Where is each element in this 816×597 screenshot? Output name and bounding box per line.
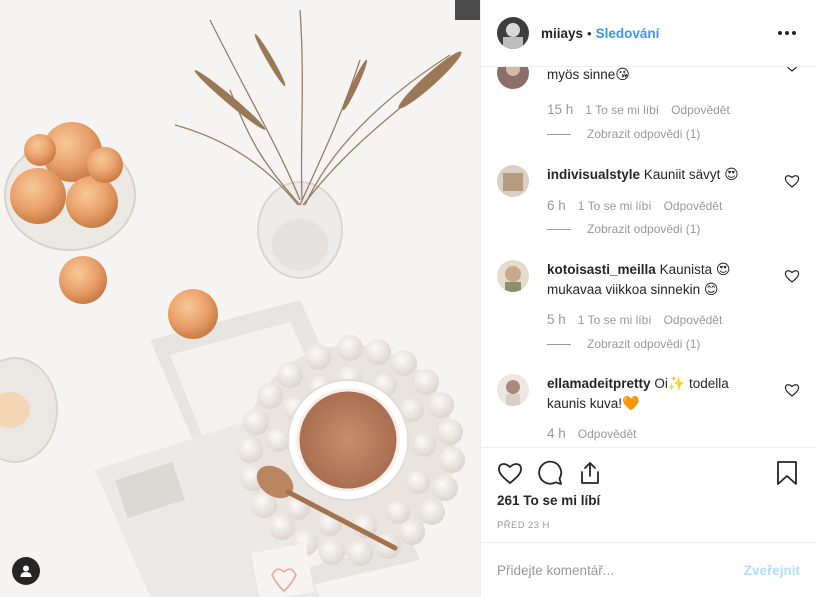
comment-text-line2: kaunis kuva! [547, 396, 623, 411]
comment-time: 4 h [547, 426, 566, 441]
comments-list[interactable]: myös sinne😘 15 h 1 To se mi líbí Odpověd… [481, 67, 816, 447]
comment-body: myös sinne😘 [547, 67, 772, 85]
author-avatar[interactable] [497, 17, 529, 49]
comment-body: kotoisasti_meilla Kaunista 😍 mukavaa vii… [547, 260, 772, 300]
comment-item: kotoisasti_meilla Kaunista 😍 mukavaa vii… [497, 260, 800, 360]
comment-reply-button[interactable]: Odpovědět [578, 427, 637, 441]
view-replies-button[interactable]: Zobrazit odpovědi (1) [547, 222, 700, 236]
more-options-button[interactable] [774, 27, 800, 39]
replies-divider [547, 228, 571, 230]
comment-meta: 15 h 1 To se mi líbí Odpovědět [547, 102, 730, 117]
user-tags-button[interactable] [12, 557, 40, 585]
comment-username[interactable]: indivisualstyle [547, 167, 640, 182]
comment-avatar[interactable] [497, 260, 529, 292]
comment-time: 5 h [547, 312, 566, 327]
avatar-image [497, 67, 529, 89]
comment-meta: 6 h 1 To se mi líbí Odpovědět [547, 198, 722, 213]
comment-avatar[interactable] [497, 67, 529, 89]
more-options-dot [785, 31, 789, 35]
comment-input[interactable] [497, 562, 744, 578]
post-actions: 261 To se mi líbí PŘED 23 H [481, 447, 816, 542]
heart-eyes-emoji-icon: 😍 [715, 262, 731, 278]
comment-time: 6 h [547, 198, 566, 213]
post-comment-button[interactable]: Zveřejnit [744, 563, 800, 578]
more-options-dot [792, 31, 796, 35]
view-replies-label: Zobrazit odpovědi (1) [587, 222, 701, 236]
comment-text: Kauniit sävyt [643, 167, 721, 182]
header-separator: • [587, 25, 592, 41]
comment-likes-link[interactable]: 1 To se mi líbí [585, 103, 659, 117]
comment-body: indivisualstyle Kauniit sävyt 😍 [547, 165, 772, 185]
view-replies-label: Zobrazit odpovědi (1) [587, 127, 701, 141]
following-button[interactable]: Sledování [596, 26, 660, 41]
post-header: miiays • Sledování [481, 0, 816, 67]
avatar-image [497, 374, 529, 406]
share-icon[interactable] [577, 460, 603, 486]
comment-item: indivisualstyle Kauniit sävyt 😍 6 h 1 To… [497, 165, 800, 245]
heart-eyes-emoji-icon: 😍 [724, 167, 739, 183]
comment-item: myös sinne😘 15 h 1 To se mi líbí Odpověd… [497, 67, 800, 147]
post-time-ago[interactable]: PŘED 23 H [497, 520, 550, 531]
comment-username[interactable]: ellamadeitpretty [547, 376, 651, 391]
view-replies-button[interactable]: Zobrazit odpovědi (1) [547, 337, 700, 351]
comment-body: ellamadeitpretty Oi✨ todella kaunis kuva… [547, 374, 772, 414]
add-comment-bar: Zveřejnit [481, 542, 816, 597]
view-replies-label: Zobrazit odpovědi (1) [587, 337, 701, 351]
comment-meta: 5 h 1 To se mi líbí Odpovědět [547, 312, 722, 327]
kiss-emoji-icon: 😘 [615, 67, 630, 83]
comment-item: ellamadeitpretty Oi✨ todella kaunis kuva… [497, 374, 800, 447]
avatar-image [497, 17, 529, 49]
comment-bubble-icon[interactable] [537, 460, 563, 486]
comment-text: myös sinne [547, 67, 616, 82]
post-photo[interactable] [0, 0, 480, 597]
more-options-icon [778, 31, 782, 35]
comment-text-after: todella [689, 376, 729, 391]
comment-time: 15 h [547, 102, 574, 117]
person-icon [20, 565, 32, 577]
comment-likes-link[interactable]: 1 To se mi líbí [578, 313, 652, 327]
post-side-panel: miiays • Sledování myös sinne😘 15 h 1 To… [480, 0, 816, 597]
comment-reply-button[interactable]: Odpovědět [664, 199, 723, 213]
replies-divider [547, 133, 571, 135]
comment-reply-button[interactable]: Odpovědět [671, 103, 730, 117]
comment-avatar[interactable] [497, 374, 529, 406]
instagram-post-view: miiays • Sledování myös sinne😘 15 h 1 To… [0, 0, 816, 597]
comment-text: Oi [654, 376, 668, 391]
comment-like-heart-icon[interactable] [784, 67, 800, 73]
avatar-image [497, 260, 529, 292]
comment-like-heart-icon[interactable] [784, 173, 800, 189]
comment-avatar[interactable] [497, 165, 529, 197]
comment-reply-button[interactable]: Odpovědět [664, 313, 723, 327]
comment-like-heart-icon[interactable] [784, 382, 800, 398]
sparkles-emoji-icon: ✨ [667, 376, 686, 392]
orange-heart-emoji-icon: 🧡 [622, 396, 640, 412]
avatar-image [497, 165, 529, 197]
likes-count[interactable]: 261 To se mi líbí [497, 493, 600, 508]
comment-username[interactable]: kotoisasti_meilla [547, 262, 656, 277]
comment-likes-link[interactable]: 1 To se mi líbí [578, 199, 652, 213]
view-replies-button[interactable]: Zobrazit odpovědi (1) [547, 127, 700, 141]
comment-text-line2: mukavaa viikkoa sinnekin [547, 282, 701, 297]
bookmark-icon[interactable] [774, 460, 800, 486]
comment-like-heart-icon[interactable] [784, 268, 800, 284]
author-username[interactable]: miiays [541, 26, 583, 41]
post-image [0, 0, 480, 597]
replies-divider [547, 343, 571, 345]
comment-meta: 4 h Odpovědět [547, 426, 637, 441]
like-heart-icon[interactable] [497, 460, 523, 486]
smiling-emoji-icon: 😊 [703, 282, 719, 298]
comment-text: Kaunista [659, 262, 713, 277]
